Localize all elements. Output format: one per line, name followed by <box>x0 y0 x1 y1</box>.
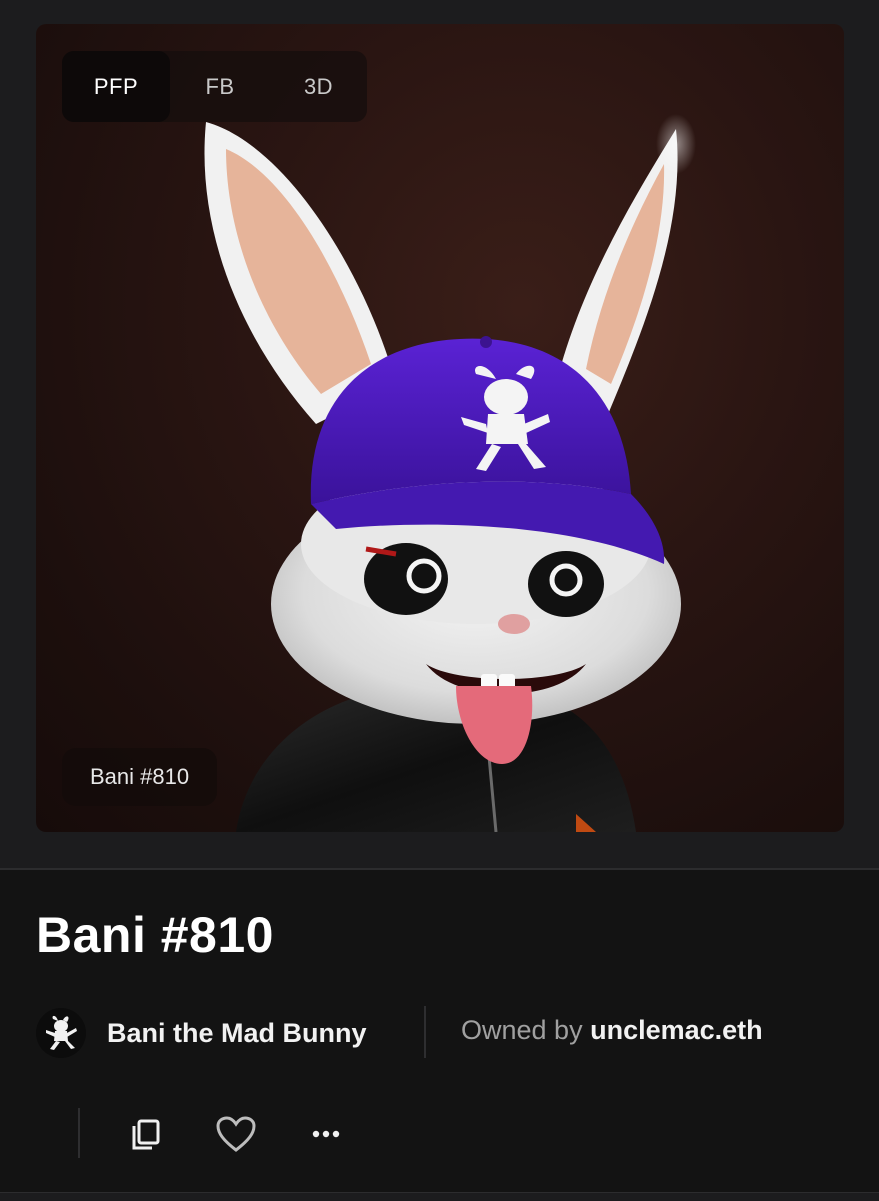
owner-divider <box>424 1006 426 1058</box>
tab-3d[interactable]: 3D <box>270 51 367 122</box>
tab-fb[interactable]: FB <box>170 51 270 122</box>
actions-divider <box>78 1108 80 1158</box>
nft-image[interactable]: PFP FB 3D Bani #810 <box>36 24 844 832</box>
tab-pfp[interactable]: PFP <box>62 51 170 122</box>
copy-icon <box>132 1119 160 1150</box>
more-options-button[interactable] <box>304 1112 348 1156</box>
view-mode-tabs: PFP FB 3D <box>62 51 367 122</box>
collection-link[interactable]: Bani the Mad Bunny <box>36 1006 367 1060</box>
collection-avatar <box>36 1008 86 1058</box>
token-name-pill: Bani #810 <box>62 748 218 806</box>
more-dots-icon <box>312 1130 340 1138</box>
favorite-button[interactable] <box>214 1112 258 1156</box>
owner-link[interactable]: unclemac.eth <box>590 1015 763 1045</box>
collection-name[interactable]: Bani the Mad Bunny <box>107 1018 367 1049</box>
media-section: PFP FB 3D Bani #810 <box>0 0 879 868</box>
owned-by: Owned by unclemac.eth <box>461 1015 763 1046</box>
heart-icon <box>216 1116 256 1152</box>
owned-by-label: Owned by <box>461 1015 583 1045</box>
page-title: Bani #810 <box>36 907 274 963</box>
bunny-artwork <box>204 114 696 832</box>
section-divider <box>0 868 879 870</box>
bunny-logo-icon <box>46 1015 77 1050</box>
copy-button[interactable] <box>124 1112 168 1156</box>
